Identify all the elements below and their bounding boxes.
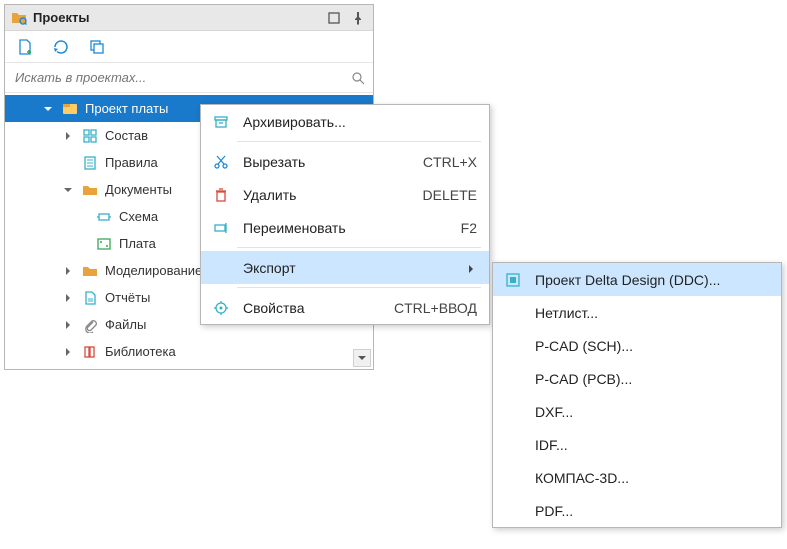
schematic-icon	[95, 208, 113, 226]
menu-item-archive[interactable]: Архивировать...	[201, 105, 489, 138]
context-menu: Архивировать... Вырезать CTRL+X Удалить …	[200, 104, 490, 325]
submenu-label: Проект Delta Design (DDC)...	[527, 272, 773, 288]
submenu-item-pdf[interactable]: PDF...	[493, 494, 781, 527]
scroll-down-button[interactable]	[353, 349, 371, 367]
menu-label: Удалить	[235, 187, 421, 203]
submenu-label: P-CAD (PCB)...	[527, 371, 773, 387]
menu-item-rename[interactable]: Переименовать F2	[201, 211, 489, 244]
chevron-down-icon[interactable]	[61, 183, 75, 197]
menu-shortcut: CTRL+X	[423, 154, 481, 170]
menu-label: Вырезать	[235, 154, 421, 170]
submenu-item-pcad-pcb[interactable]: P-CAD (PCB)...	[493, 362, 781, 395]
menu-label: Свойства	[235, 300, 392, 316]
delete-icon	[209, 187, 233, 203]
submenu-label: PDF...	[527, 503, 773, 519]
tree-item-library[interactable]: Библиотека	[5, 338, 373, 365]
cut-icon	[209, 154, 233, 170]
panel-titlebar: Проекты	[5, 5, 373, 31]
chevron-right-icon[interactable]	[61, 264, 75, 278]
menu-label: Переименовать	[235, 220, 459, 236]
submenu-item-pcad-sch[interactable]: P-CAD (SCH)...	[493, 329, 781, 362]
search-input[interactable]	[5, 63, 373, 92]
menu-item-export[interactable]: Экспорт	[201, 251, 489, 284]
menu-shortcut: DELETE	[423, 187, 481, 203]
submenu-arrow-icon	[467, 260, 481, 276]
collapse-all-button[interactable]	[87, 37, 107, 57]
submenu-item-kompas[interactable]: КОМПАС-3D...	[493, 461, 781, 494]
refresh-button[interactable]	[51, 37, 71, 57]
new-document-button[interactable]	[15, 37, 35, 57]
menu-item-delete[interactable]: Удалить DELETE	[201, 178, 489, 211]
menu-shortcut: F2	[461, 220, 481, 236]
project-icon	[61, 100, 79, 118]
menu-separator	[237, 141, 481, 142]
search-icon	[351, 71, 365, 85]
board-icon	[95, 235, 113, 253]
chevron-right-icon[interactable]	[61, 318, 75, 332]
composition-icon	[81, 127, 99, 145]
export-submenu: Проект Delta Design (DDC)... Нетлист... …	[492, 262, 782, 528]
menu-separator	[237, 247, 481, 248]
submenu-label: P-CAD (SCH)...	[527, 338, 773, 354]
menu-item-cut[interactable]: Вырезать CTRL+X	[201, 145, 489, 178]
menu-label: Экспорт	[235, 260, 465, 276]
submenu-label: IDF...	[527, 437, 773, 453]
submenu-item-dxf[interactable]: DXF...	[493, 395, 781, 428]
menu-shortcut: CTRL+ВВОД	[394, 300, 481, 316]
submenu-item-idf[interactable]: IDF...	[493, 428, 781, 461]
pin-button[interactable]	[349, 9, 367, 27]
panel-title: Проекты	[33, 10, 319, 25]
menu-separator	[237, 287, 481, 288]
submenu-label: Нетлист...	[527, 305, 773, 321]
submenu-item-netlist[interactable]: Нетлист...	[493, 296, 781, 329]
maximize-button[interactable]	[325, 9, 343, 27]
properties-icon	[209, 300, 233, 316]
folder-icon	[81, 181, 99, 199]
chevron-right-icon[interactable]	[61, 345, 75, 359]
chevron-down-icon[interactable]	[41, 102, 55, 116]
menu-label: Архивировать...	[235, 114, 481, 130]
chevron-right-icon[interactable]	[61, 291, 75, 305]
reports-icon	[81, 289, 99, 307]
attachment-icon	[81, 316, 99, 334]
rules-icon	[81, 154, 99, 172]
submenu-label: КОМПАС-3D...	[527, 470, 773, 486]
submenu-label: DXF...	[527, 404, 773, 420]
ddc-icon	[501, 272, 525, 288]
library-icon	[81, 343, 99, 361]
panel-toolbar	[5, 31, 373, 63]
menu-item-properties[interactable]: Свойства CTRL+ВВОД	[201, 291, 489, 324]
rename-icon	[209, 220, 233, 236]
tree-label: Библиотека	[105, 344, 365, 359]
search-row	[5, 63, 373, 93]
submenu-item-ddc[interactable]: Проект Delta Design (DDC)...	[493, 263, 781, 296]
panel-icon	[11, 10, 27, 26]
chevron-right-icon[interactable]	[61, 129, 75, 143]
archive-icon	[209, 114, 233, 130]
folder-icon	[81, 262, 99, 280]
